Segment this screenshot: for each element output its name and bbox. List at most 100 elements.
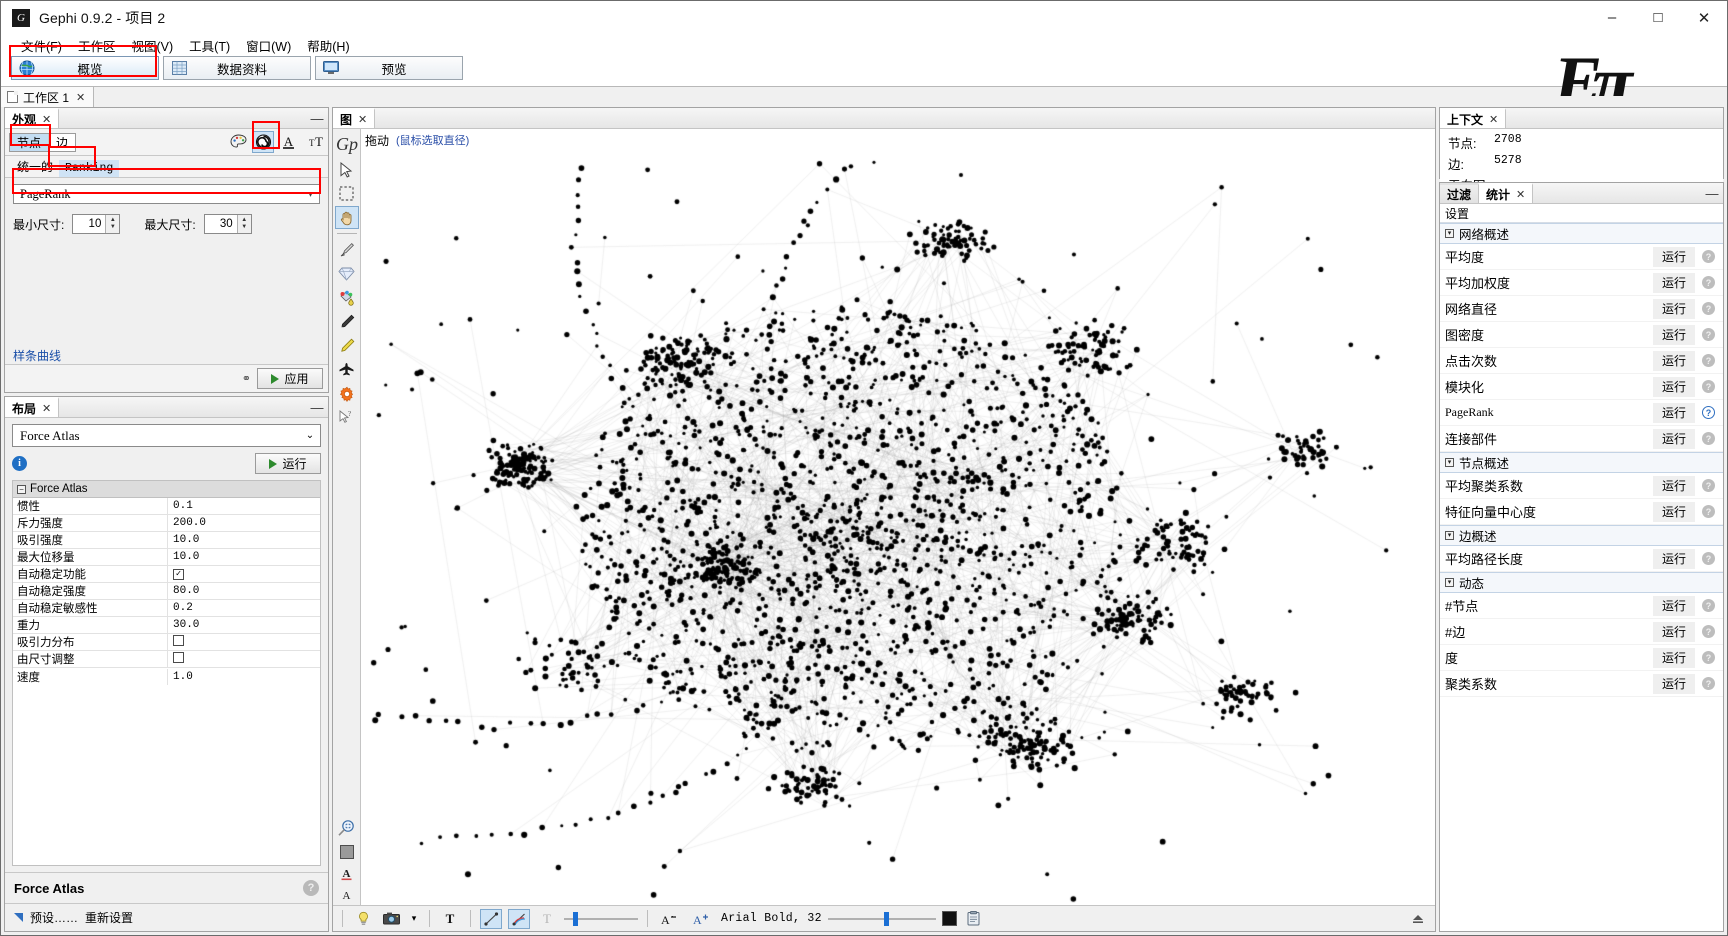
workspace-tab-1[interactable]: 工作区 1 ✕ (1, 87, 94, 107)
help-icon[interactable]: ? (1702, 677, 1715, 690)
help-icon[interactable]: ? (1702, 250, 1715, 263)
menu-workspace[interactable]: 工作区 (70, 34, 124, 57)
label-color-icon[interactable]: A (277, 131, 299, 153)
help-icon[interactable]: ? (1702, 651, 1715, 664)
menu-view[interactable]: 视图(V) (123, 34, 181, 57)
link-icon[interactable]: ⚭ (242, 372, 251, 385)
statistics-run-button[interactable]: 运行 (1653, 247, 1695, 267)
node-labels-toggle[interactable]: T (439, 909, 461, 929)
help-icon[interactable]: ? (1702, 406, 1715, 419)
appearance-subtab-unique[interactable]: 统一的 (11, 156, 59, 177)
airplane-icon[interactable] (335, 358, 359, 381)
preset-button[interactable]: 预设…… (30, 909, 78, 926)
statistics-run-button[interactable]: 运行 (1653, 674, 1695, 694)
min-size-stepper[interactable]: 10 ▲ ▼ (72, 214, 120, 234)
graph-canvas[interactable] (361, 151, 1435, 905)
statistics-run-button[interactable]: 运行 (1653, 502, 1695, 522)
workspace-close-icon[interactable]: ✕ (76, 91, 85, 104)
collapse-icon[interactable] (1407, 909, 1429, 929)
statistics-minimize-icon[interactable]: — (1701, 183, 1723, 203)
help-icon[interactable]: ? (1702, 599, 1715, 612)
collapse-toggle-icon[interactable]: ▾ (1445, 531, 1454, 540)
help-icon[interactable]: ? (1702, 380, 1715, 393)
help-icon[interactable]: ? (1702, 505, 1715, 518)
graph-close-icon[interactable]: ✕ (358, 113, 367, 126)
menu-window[interactable]: 窗口(W) (238, 34, 299, 57)
statistics-run-button[interactable]: 运行 (1653, 403, 1695, 423)
background-color-icon[interactable] (335, 841, 359, 863)
statistics-tab[interactable]: 统计 ✕ (1479, 183, 1533, 203)
table-row[interactable]: 自动稳定强度 80.0 (13, 583, 320, 600)
appearance-tab[interactable]: 外观 ✕ (5, 108, 59, 128)
graph-tab[interactable]: 图 ✕ (333, 108, 375, 128)
max-size-stepper[interactable]: 30 ▲ ▼ (204, 214, 252, 234)
property-value[interactable]: 0.1 (168, 500, 320, 512)
table-row[interactable]: 吸引力分布 (13, 634, 320, 651)
diamond-icon[interactable] (335, 262, 359, 285)
spline-curve-link[interactable]: 样条曲线 (5, 347, 328, 364)
property-value[interactable]: 10.0 (168, 551, 320, 563)
property-value[interactable]: 10.0 (168, 534, 320, 546)
label-size-decrease-button[interactable]: A· (657, 909, 683, 929)
layout-run-button[interactable]: 运行 (255, 453, 321, 474)
node-label-icon[interactable]: A (335, 864, 359, 884)
layout-properties-group-header[interactable]: − Force Atlas (13, 481, 320, 498)
tab-overview[interactable]: 概览 (11, 56, 159, 80)
statistics-run-button[interactable]: 运行 (1653, 273, 1695, 293)
table-row[interactable]: 速度 1.0 (13, 668, 320, 685)
camera-dropdown-caret[interactable]: ▾ (408, 909, 420, 929)
help-icon[interactable]: ? (1702, 479, 1715, 492)
clipboard-icon[interactable] (963, 909, 985, 929)
collapse-toggle-icon[interactable]: − (17, 485, 26, 494)
highlighter-icon[interactable] (335, 334, 359, 357)
table-row[interactable]: 由尺寸调整 (13, 651, 320, 668)
ranking-attribute-combo[interactable]: PageRank ▾ (13, 184, 320, 204)
menu-help[interactable]: 帮助(H) (299, 34, 357, 57)
statistics-run-button[interactable]: 运行 (1653, 476, 1695, 496)
help-icon[interactable]: ? (1702, 354, 1715, 367)
statistics-run-button[interactable]: 运行 (1653, 351, 1695, 371)
property-value[interactable]: 200.0 (168, 517, 320, 529)
table-row[interactable]: 自动稳定功能 ✓ (13, 566, 320, 583)
gear-icon[interactable] (335, 382, 359, 405)
statistics-group-header[interactable]: ▾ 动态 (1440, 572, 1723, 593)
reset-button[interactable]: 重新设置 (85, 909, 133, 926)
camera-icon[interactable] (380, 909, 402, 929)
edge-line-icon[interactable] (480, 909, 502, 929)
label-font-name[interactable]: Arial Bold, 32 (721, 912, 822, 925)
help-icon[interactable]: ? (1702, 302, 1715, 315)
chevron-down-icon[interactable]: ⌄ (300, 430, 320, 441)
label-color-swatch[interactable] (942, 911, 957, 926)
context-close-icon[interactable]: ✕ (1489, 113, 1498, 126)
table-row[interactable]: 吸引强度 10.0 (13, 532, 320, 549)
table-row[interactable]: 自动稳定敏感性 0.2 (13, 600, 320, 617)
appearance-minimize-icon[interactable]: — (306, 108, 328, 128)
property-value[interactable]: 30.0 (168, 619, 320, 631)
menu-file[interactable]: 文件(F) (13, 34, 70, 57)
filters-tab[interactable]: 过滤 (1440, 183, 1479, 203)
edge-weight-slider[interactable] (564, 912, 638, 926)
help-icon[interactable]: ? (1702, 276, 1715, 289)
layout-minimize-icon[interactable]: — (306, 397, 328, 417)
tab-preview[interactable]: 预览 (315, 56, 463, 80)
statistics-close-icon[interactable]: ✕ (1516, 188, 1525, 201)
max-size-arrows[interactable]: ▲ ▼ (237, 215, 251, 233)
appearance-target-edges[interactable]: 边 (48, 134, 75, 151)
edge-label-icon[interactable]: A (335, 885, 359, 905)
property-checkbox-unchecked[interactable] (173, 652, 184, 663)
statistics-run-button[interactable]: 运行 (1653, 299, 1695, 319)
property-checkbox-unchecked[interactable] (173, 635, 184, 646)
brush-icon[interactable] (335, 238, 359, 261)
appearance-subtab-ranking[interactable]: Ranking (59, 160, 119, 177)
table-row[interactable]: 重力 30.0 (13, 617, 320, 634)
maximize-button[interactable]: □ (1635, 1, 1681, 34)
network-graph-render[interactable] (361, 151, 1435, 905)
appearance-target-nodes[interactable]: 节点 (10, 134, 48, 151)
menu-tools[interactable]: 工具(T) (181, 34, 238, 57)
rectangle-select-icon[interactable] (335, 182, 359, 205)
help-icon[interactable]: ? (1702, 625, 1715, 638)
collapse-toggle-icon[interactable]: ▾ (1445, 229, 1454, 238)
minimize-button[interactable]: – (1589, 1, 1635, 34)
help-icon[interactable]: ? (1702, 432, 1715, 445)
bulb-icon[interactable] (352, 909, 374, 929)
